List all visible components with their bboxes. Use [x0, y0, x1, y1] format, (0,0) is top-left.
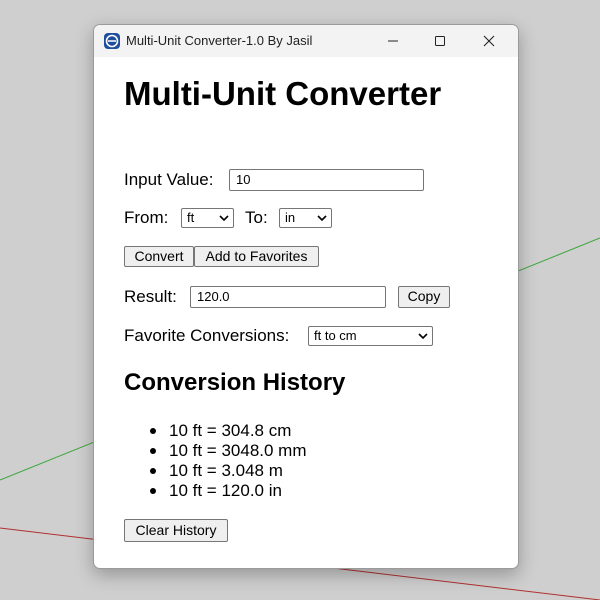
clear-history-button[interactable]: Clear History: [124, 519, 228, 542]
bullet: [150, 488, 156, 494]
bullet: [150, 448, 156, 454]
from-label: From:: [124, 208, 169, 227]
history-entry: 10 ft = 3.048 m: [169, 461, 283, 480]
favorite-conversions-label: Favorite Conversions:: [124, 326, 290, 345]
history-heading: Conversion History: [124, 369, 346, 396]
app-logo-icon: [104, 33, 120, 49]
converter-window: Multi-Unit Converter-1.0 By Jasil Multi-…: [93, 24, 519, 569]
chevron-down-icon: [317, 215, 327, 222]
from-unit-value: ft: [187, 210, 195, 225]
minimize-icon: [388, 40, 398, 42]
history-entry: 10 ft = 3048.0 mm: [169, 441, 307, 460]
input-value-label: Input Value:: [124, 170, 214, 189]
page-title: Multi-Unit Converter: [124, 75, 442, 112]
input-value-field[interactable]: 10: [229, 169, 424, 191]
bullet: [150, 428, 156, 434]
title-bar[interactable]: Multi-Unit Converter-1.0 By Jasil: [94, 25, 518, 57]
window-title: Multi-Unit Converter-1.0 By Jasil: [126, 33, 313, 48]
close-icon: [483, 35, 495, 47]
convert-button[interactable]: Convert: [124, 246, 194, 267]
bullet: [150, 468, 156, 474]
result-field[interactable]: 120.0: [190, 286, 386, 308]
result-label: Result:: [124, 287, 177, 306]
minimize-button[interactable]: [370, 25, 416, 57]
copy-button[interactable]: Copy: [398, 286, 450, 308]
favorite-conversions-value: ft to cm: [314, 328, 357, 343]
chevron-down-icon: [418, 333, 428, 340]
to-label: To:: [245, 208, 268, 227]
to-unit-select[interactable]: in: [279, 208, 332, 228]
app-content: Multi-Unit Converter Input Value: 10 Fro…: [94, 57, 518, 568]
maximize-button[interactable]: [417, 25, 463, 57]
close-button[interactable]: [466, 25, 512, 57]
history-entry: 10 ft = 120.0 in: [169, 481, 282, 500]
to-unit-value: in: [285, 210, 296, 225]
chevron-down-icon: [219, 215, 229, 222]
history-entry: 10 ft = 304.8 cm: [169, 421, 292, 440]
favorite-conversions-select[interactable]: ft to cm: [308, 326, 433, 346]
from-unit-select[interactable]: ft: [181, 208, 234, 228]
add-to-favorites-button[interactable]: Add to Favorites: [194, 246, 319, 267]
maximize-icon: [435, 36, 445, 46]
